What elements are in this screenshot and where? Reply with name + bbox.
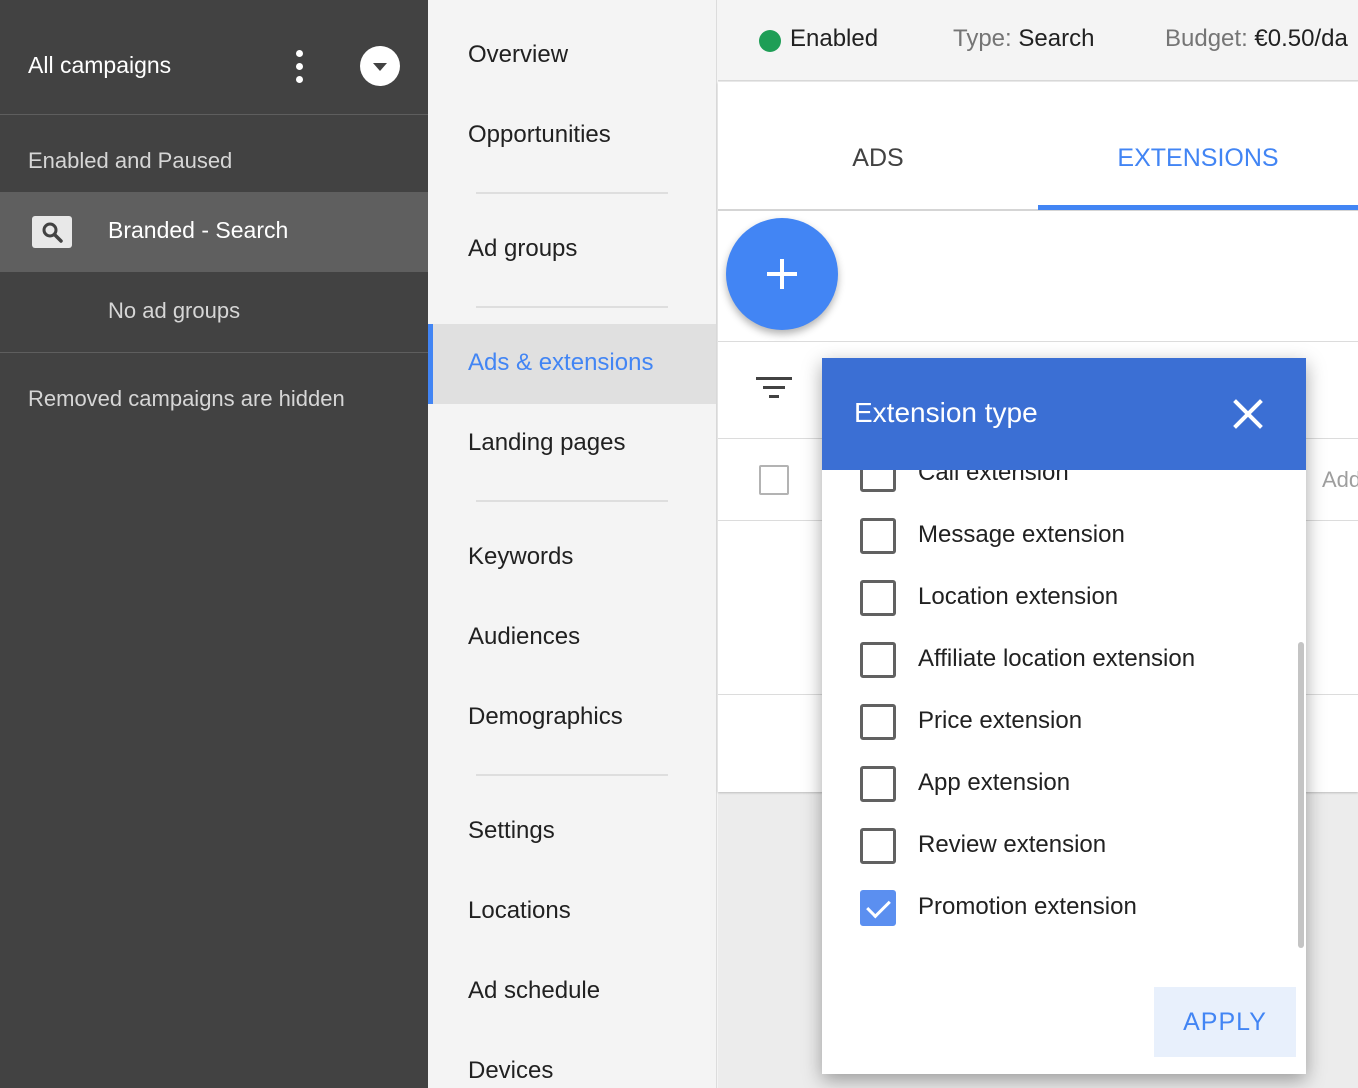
campaign-panel: All campaigns Enabled and Paused Branded… (0, 0, 428, 1088)
dropdown-icon[interactable] (360, 46, 400, 86)
nav-item-opportunities[interactable]: Opportunities (468, 121, 611, 149)
nav-item-settings[interactable]: Settings (468, 817, 555, 845)
enabled-status-icon (759, 30, 781, 52)
option-label: Price extension (918, 707, 1083, 734)
dialog-title: Extension type (854, 397, 1038, 428)
nav-item-locations[interactable]: Locations (468, 897, 571, 925)
search-campaign-icon (32, 216, 72, 248)
nav-divider (476, 192, 668, 194)
campaign-item-label: Branded - Search (108, 217, 289, 243)
type-value: Search (1018, 25, 1095, 52)
budget-value: €0.50/da (1254, 25, 1348, 52)
status-budget[interactable]: Budget: €0.50/da (1165, 25, 1348, 53)
checkbox[interactable] (860, 704, 896, 740)
divider (718, 341, 1358, 342)
filter-icon[interactable] (754, 377, 794, 407)
nav-item-landing-pages[interactable]: Landing pages (468, 429, 625, 457)
nav-item-demographics[interactable]: Demographics (468, 703, 623, 731)
option-label: Review extension (918, 831, 1107, 858)
option-message-extension[interactable]: Message extension (860, 518, 1280, 554)
option-label: App extension (918, 769, 1071, 796)
dialog-header: Extension type (822, 358, 1306, 470)
more-options-icon[interactable] (289, 48, 311, 86)
nav-item-ad-groups[interactable]: Ad groups (468, 235, 577, 263)
checkbox[interactable] (860, 828, 896, 864)
checkbox[interactable] (860, 470, 896, 492)
option-label: Promotion extension (918, 893, 1137, 920)
option-label: Call extension (918, 470, 1069, 486)
close-icon[interactable] (1232, 398, 1264, 430)
option-price-extension[interactable]: Price extension (860, 704, 1280, 740)
status-type: Type: Search (953, 25, 1094, 53)
checkbox[interactable] (860, 518, 896, 554)
option-location-extension[interactable]: Location extension (860, 580, 1280, 616)
active-tab-indicator (1038, 205, 1358, 210)
nav-divider (476, 500, 668, 502)
nav-item-ad-schedule[interactable]: Ad schedule (468, 977, 600, 1005)
status-enabled[interactable]: Enabled (790, 25, 878, 53)
nav-divider (476, 306, 668, 308)
option-review-extension[interactable]: Review extension (860, 828, 1280, 864)
option-affiliate-location-extension[interactable]: Affiliate location extension (860, 642, 1280, 678)
nav-item-ads-extensions[interactable]: Ads & extensions (428, 324, 716, 404)
page-nav: Overview Opportunities Ad groups Ads & e… (428, 0, 717, 1088)
select-all-checkbox[interactable] (759, 465, 789, 495)
nav-item-overview[interactable]: Overview (468, 41, 568, 69)
column-header-add: Add (1322, 467, 1358, 492)
section-label: Enabled and Paused (28, 148, 233, 173)
extension-type-dialog: Extension type Call extension Message ex… (822, 358, 1306, 1074)
nav-divider (476, 774, 668, 776)
nav-item-keywords[interactable]: Keywords (468, 543, 573, 571)
checkbox[interactable] (860, 580, 896, 616)
type-label: Type: (953, 25, 1012, 52)
apply-button[interactable]: APPLY (1154, 987, 1296, 1057)
removed-campaigns-note: Removed campaigns are hidden (28, 386, 345, 411)
tab-ads[interactable]: ADS (718, 144, 1038, 173)
budget-label: Budget: (1165, 25, 1248, 52)
campaign-panel-header: All campaigns (0, 0, 428, 115)
option-label: Message extension (918, 521, 1125, 548)
all-campaigns-title[interactable]: All campaigns (28, 52, 171, 79)
add-extension-button[interactable] (726, 218, 838, 330)
dialog-scrollbar[interactable] (1298, 642, 1304, 948)
option-promotion-extension[interactable]: Promotion extension (860, 890, 1280, 926)
checkbox[interactable] (860, 642, 896, 678)
campaign-status-bar: Enabled Type: Search Budget: €0.50/da (718, 0, 1358, 81)
nav-item-devices[interactable]: Devices (468, 1057, 553, 1085)
divider (0, 352, 428, 353)
option-app-extension[interactable]: App extension (860, 766, 1280, 802)
campaign-item-selected[interactable]: Branded - Search (0, 192, 428, 272)
option-label: Location extension (918, 583, 1119, 610)
nav-item-label: Ads & extensions (468, 349, 654, 376)
checkbox-checked[interactable] (860, 890, 896, 926)
checkbox[interactable] (860, 766, 896, 802)
tab-extensions[interactable]: EXTENSIONS (1038, 144, 1358, 173)
option-label: Affiliate location extension (918, 645, 1196, 672)
no-ad-groups-text: No ad groups (108, 298, 241, 323)
extension-options-list: Call extension Message extension Locatio… (822, 470, 1306, 950)
option-call-extension[interactable]: Call extension (860, 470, 1280, 492)
nav-item-audiences[interactable]: Audiences (468, 623, 580, 651)
